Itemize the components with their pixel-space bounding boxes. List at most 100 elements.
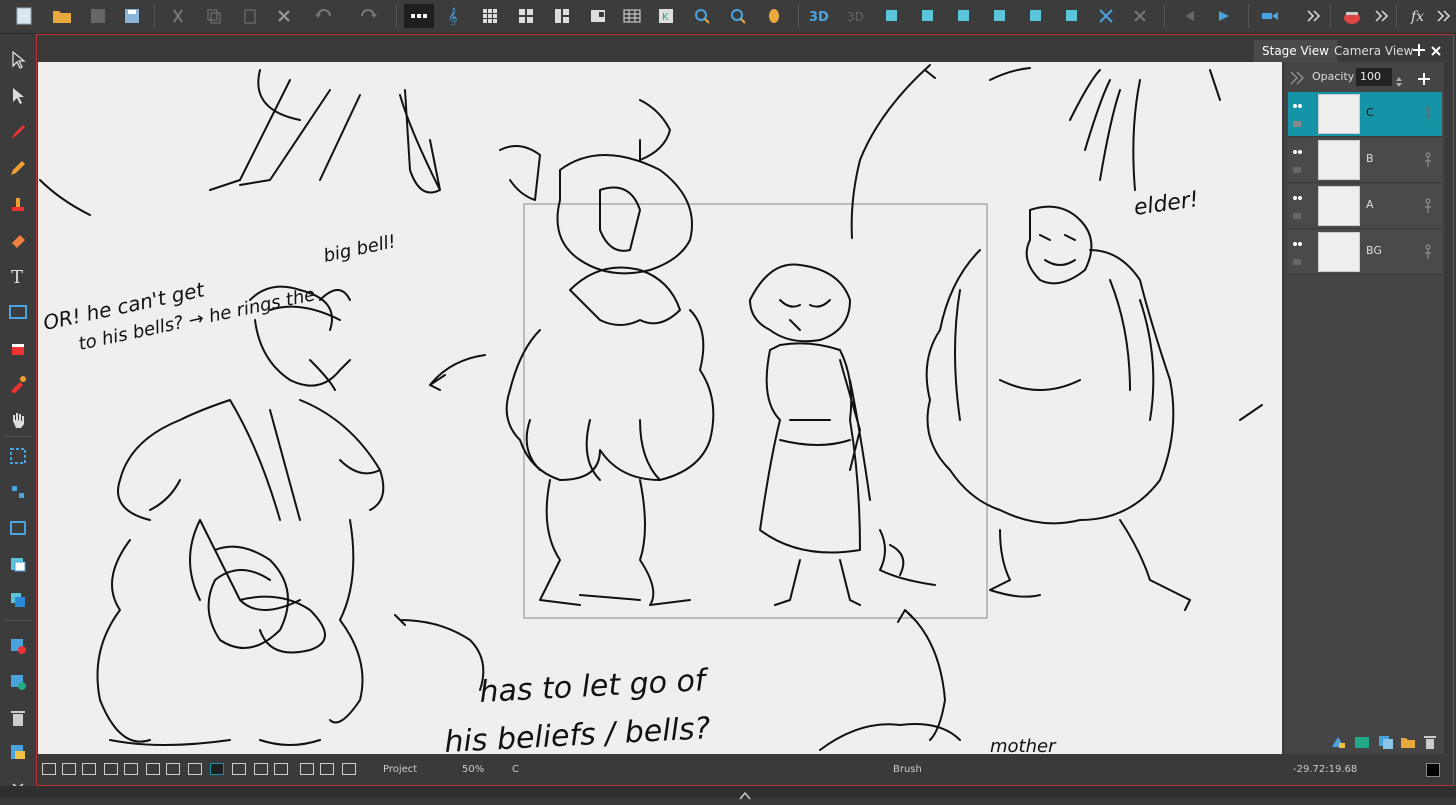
- library-icon[interactable]: [6, 740, 30, 764]
- lock-icon[interactable]: [1292, 158, 1302, 177]
- status-safe-area-icon[interactable]: [82, 763, 96, 775]
- delete-icon[interactable]: [272, 4, 296, 28]
- add-image-layer-icon[interactable]: [1354, 734, 1370, 753]
- pencil-tool-icon[interactable]: [6, 156, 30, 180]
- more-tools-2-icon[interactable]: [1370, 4, 1394, 28]
- contour-select-tool-icon[interactable]: [6, 84, 30, 108]
- spreadsheet-icon[interactable]: [620, 4, 644, 28]
- status-overlay-icon[interactable]: [166, 763, 180, 775]
- expand-panel-icon[interactable]: [1290, 70, 1304, 89]
- add-drawing-icon[interactable]: [6, 634, 30, 658]
- status-grid-icon[interactable]: [104, 763, 118, 775]
- status-onion-icon[interactable]: [210, 763, 224, 775]
- add-layer-button-icon[interactable]: [1418, 70, 1430, 89]
- add-group-layer-icon[interactable]: [1378, 734, 1394, 753]
- add-layer-icon[interactable]: [6, 670, 30, 694]
- status-mode[interactable]: Project: [383, 764, 417, 775]
- cut-icon[interactable]: [166, 4, 190, 28]
- paste-icon[interactable]: [238, 4, 262, 28]
- new-file-icon[interactable]: [12, 4, 36, 28]
- zoom-out-icon[interactable]: [690, 4, 714, 28]
- timeline-mode-icon[interactable]: [404, 4, 434, 28]
- dropper-tool-icon[interactable]: [6, 372, 30, 396]
- transform-tool-8-icon[interactable]: [1128, 4, 1152, 28]
- transform-tool-6-icon[interactable]: [1060, 4, 1084, 28]
- grid-icon[interactable]: [478, 4, 502, 28]
- transform-tool-7-icon[interactable]: [1094, 4, 1118, 28]
- transform-tool-4-icon[interactable]: [988, 4, 1012, 28]
- lock-icon[interactable]: [1292, 250, 1302, 269]
- drawing-canvas[interactable]: OR! he can't get to his bells? → he ring…: [38, 62, 1282, 754]
- expand-timeline-icon[interactable]: [738, 786, 752, 805]
- camera-frame-icon[interactable]: K: [654, 4, 678, 28]
- status-counter-icon[interactable]: [232, 763, 246, 775]
- envelope-tool-icon[interactable]: [6, 552, 30, 576]
- function-icon[interactable]: fx: [1406, 4, 1430, 28]
- cooking-pot-icon[interactable]: [1340, 4, 1364, 28]
- 3d-rotate-icon[interactable]: 3D: [844, 4, 868, 28]
- paint-bucket-tool-icon[interactable]: [6, 336, 30, 360]
- text-tool-icon[interactable]: T: [6, 264, 30, 288]
- status-zoom[interactable]: 50%: [462, 764, 484, 775]
- status-frame-icon[interactable]: [146, 763, 160, 775]
- layer-row-bg[interactable]: BG: [1288, 230, 1442, 275]
- window-icon[interactable]: [586, 4, 610, 28]
- transform-tool-5-icon[interactable]: [1024, 4, 1048, 28]
- delete-layer-icon[interactable]: [1424, 734, 1436, 753]
- layer-row-a[interactable]: A: [1288, 184, 1442, 229]
- transform-tool-2-icon[interactable]: [916, 4, 940, 28]
- status-preview-icon[interactable]: [254, 763, 268, 775]
- select-tool-icon[interactable]: [6, 48, 30, 72]
- music-icon[interactable]: 𝄞: [442, 4, 466, 28]
- close-view-icon[interactable]: [1430, 42, 1442, 61]
- tab-camera-view[interactable]: Camera View: [1326, 40, 1421, 62]
- layout-icon[interactable]: [514, 4, 538, 28]
- status-reset-icon[interactable]: [300, 763, 314, 775]
- status-rotate-icon[interactable]: [320, 763, 334, 775]
- more-tools-1-icon[interactable]: [1302, 4, 1326, 28]
- panels-icon[interactable]: [550, 4, 574, 28]
- status-lock-icon[interactable]: [342, 763, 356, 775]
- 3d-icon[interactable]: 3D: [808, 4, 832, 28]
- transform-tool-3-icon[interactable]: [952, 4, 976, 28]
- undo-icon[interactable]: [312, 4, 336, 28]
- hand-tool-icon[interactable]: [6, 408, 30, 432]
- redo-icon[interactable]: [356, 4, 380, 28]
- tab-stage-view[interactable]: Stage View: [1254, 40, 1337, 62]
- zoom-in-icon[interactable]: [726, 4, 750, 28]
- lock-icon[interactable]: [1292, 112, 1302, 131]
- stamp-tool-icon[interactable]: [6, 192, 30, 216]
- layer-row-b[interactable]: B: [1288, 138, 1442, 183]
- open-folder-icon[interactable]: [50, 4, 74, 28]
- add-view-icon[interactable]: [1412, 42, 1426, 61]
- more-tools-3-icon[interactable]: [1432, 4, 1456, 28]
- play-icon[interactable]: [1212, 4, 1236, 28]
- eraser-tool-icon[interactable]: [6, 228, 30, 252]
- cutter-tool-icon[interactable]: [6, 480, 30, 504]
- opacity-field[interactable]: 100: [1356, 68, 1392, 86]
- status-curve-icon[interactable]: [274, 763, 288, 775]
- status-camera-icon[interactable]: [42, 763, 56, 775]
- color-swatch[interactable]: [1426, 763, 1440, 777]
- deform-tool-icon[interactable]: [6, 588, 30, 612]
- previous-frame-icon[interactable]: [1178, 4, 1202, 28]
- opacity-stepper-icon[interactable]: [1396, 72, 1402, 91]
- brush-tool-icon[interactable]: [6, 120, 30, 144]
- status-mask-icon[interactable]: [62, 763, 76, 775]
- add-drawing-layer-icon[interactable]: [1330, 734, 1346, 753]
- shape-tool-icon[interactable]: [6, 300, 30, 324]
- perspective-tool-icon[interactable]: [6, 516, 30, 540]
- onion-skin-icon[interactable]: [762, 4, 786, 28]
- lock-icon[interactable]: [1292, 204, 1302, 223]
- camera-icon[interactable]: [1258, 4, 1282, 28]
- status-table-icon[interactable]: [188, 763, 202, 775]
- copy-icon[interactable]: [202, 4, 226, 28]
- layer-row-c[interactable]: C: [1288, 92, 1442, 137]
- add-folder-layer-icon[interactable]: [1400, 734, 1416, 753]
- status-grid-2-icon[interactable]: [124, 763, 138, 775]
- save-as-icon[interactable]: [120, 4, 144, 28]
- transform-select-tool-icon[interactable]: [6, 444, 30, 468]
- trash-icon[interactable]: [6, 706, 30, 730]
- save-icon[interactable]: [86, 4, 110, 28]
- transform-tool-1-icon[interactable]: [880, 4, 904, 28]
